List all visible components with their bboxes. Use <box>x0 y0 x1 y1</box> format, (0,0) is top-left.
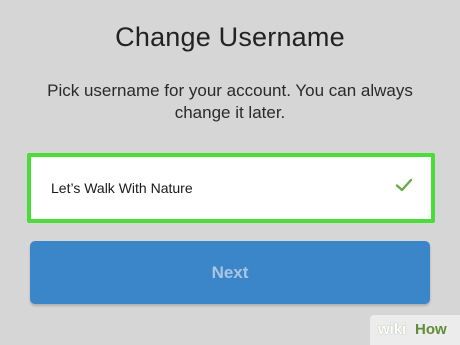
next-button[interactable]: Next <box>30 241 430 304</box>
wikihow-watermark: wiki How <box>370 315 460 345</box>
username-input[interactable] <box>34 160 428 216</box>
page-title: Change Username <box>115 22 345 52</box>
watermark-wiki-text: wiki <box>378 321 407 338</box>
checkmark-icon <box>395 178 413 192</box>
page-subtitle: Pick username for your account. You can … <box>47 81 413 122</box>
watermark-how-text: How <box>415 321 447 338</box>
username-field-container <box>27 153 435 223</box>
